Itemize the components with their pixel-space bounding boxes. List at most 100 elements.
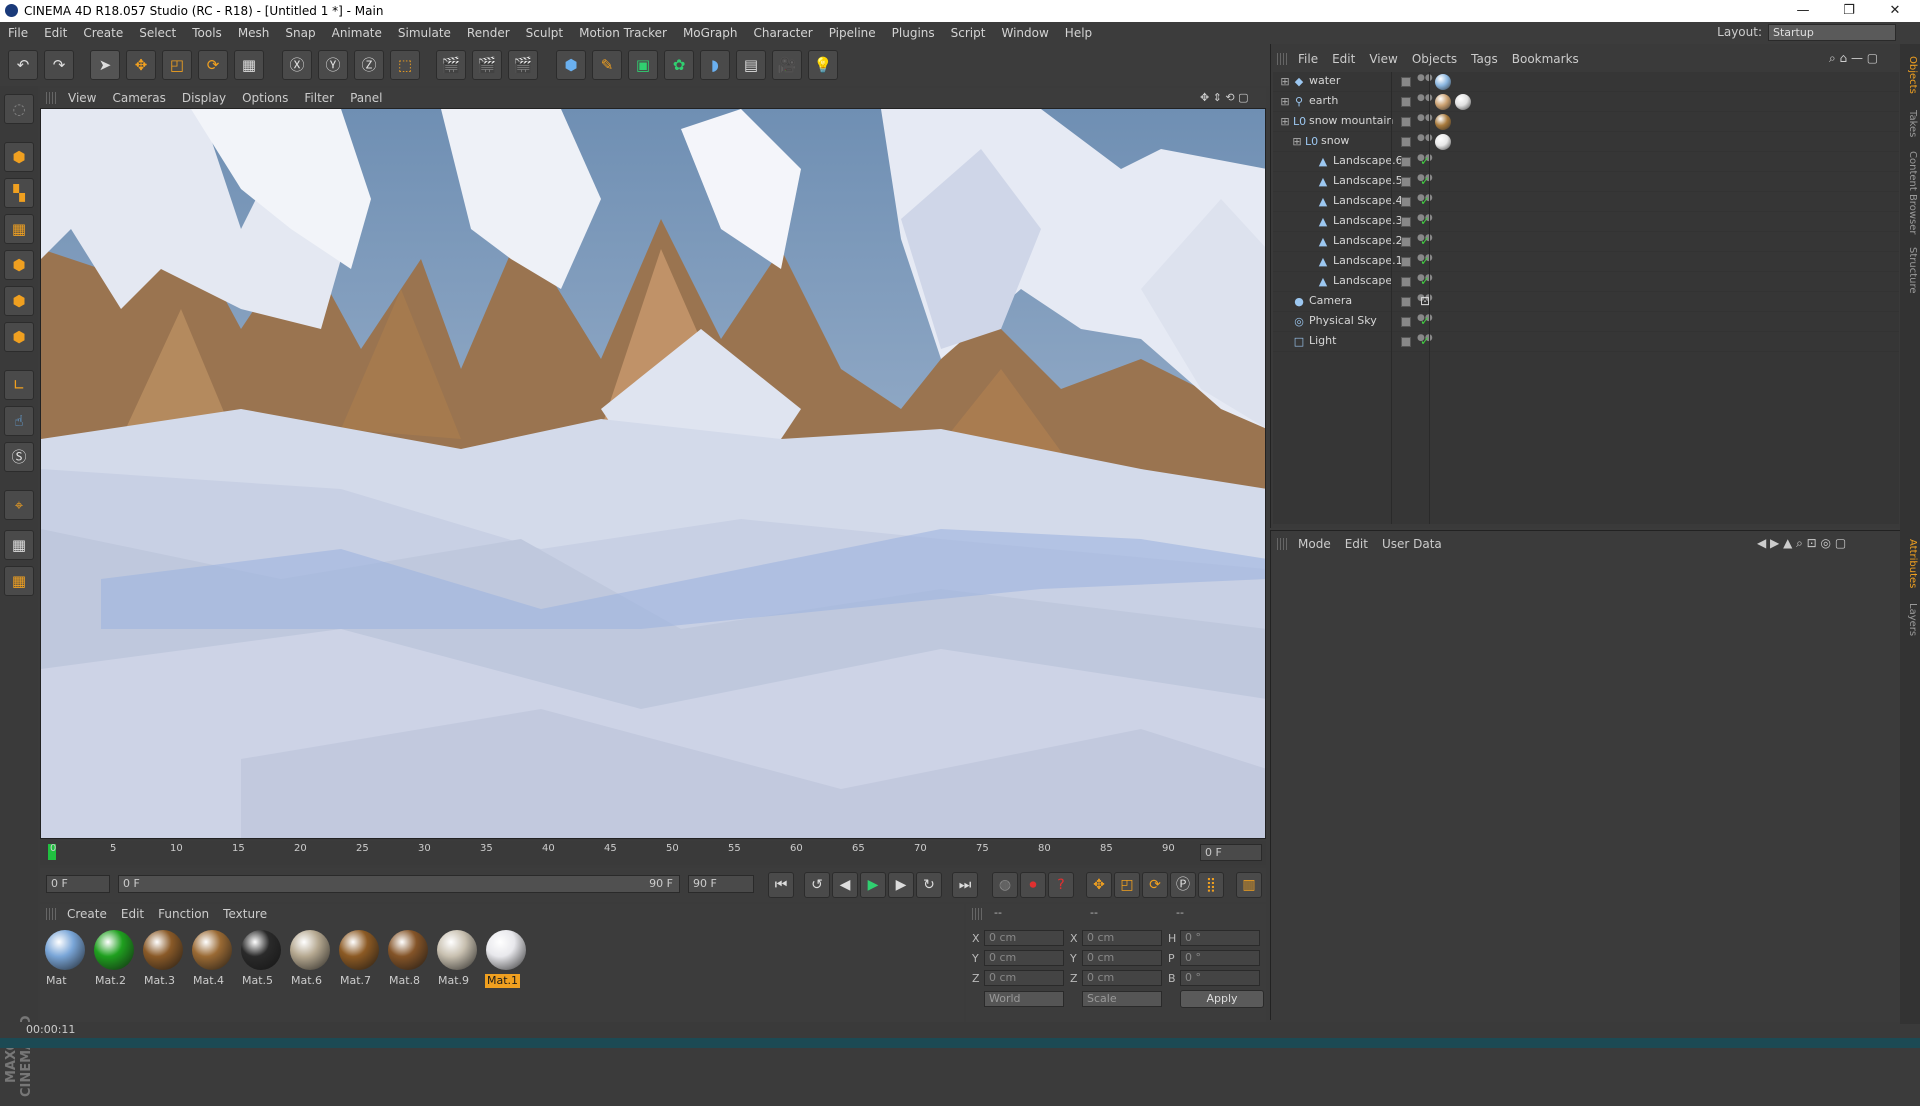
layer-color-icon[interactable] xyxy=(1401,77,1411,87)
objects-menu-objects[interactable]: Objects xyxy=(1405,52,1464,66)
light-icon[interactable]: 💡 xyxy=(808,50,838,80)
expand-toggle-icon[interactable]: ⊞ xyxy=(1291,136,1303,148)
object-row[interactable]: ⊞ L0 snow ●● xyxy=(1273,132,1899,152)
material-swatch[interactable]: Mat.1 xyxy=(483,928,529,988)
minimize-button[interactable]: — xyxy=(1780,0,1826,22)
visibility-dots-icon[interactable]: ●● xyxy=(1417,134,1433,149)
undo-icon[interactable]: ↶ xyxy=(8,50,38,80)
menu-render[interactable]: Render xyxy=(459,26,518,40)
previous-key-icon[interactable]: ↺ xyxy=(804,872,830,898)
previous-frame-icon[interactable]: ◀ xyxy=(832,872,858,898)
menu-character[interactable]: Character xyxy=(745,26,820,40)
menu-create[interactable]: Create xyxy=(75,26,131,40)
object-name[interactable]: earth xyxy=(1309,94,1338,107)
object-row[interactable]: ▲ Landscape ●● ✓ xyxy=(1273,272,1899,292)
apply-button[interactable]: Apply xyxy=(1180,990,1264,1008)
panel-grip-icon[interactable] xyxy=(46,92,56,104)
layer-color-icon[interactable] xyxy=(1401,277,1411,287)
layer-color-icon[interactable] xyxy=(1401,237,1411,247)
points-mode-icon[interactable]: ⬢ xyxy=(4,250,34,280)
make-editable-icon[interactable]: ◌ xyxy=(4,94,34,124)
object-name[interactable]: Landscape.5 xyxy=(1333,174,1403,187)
cloner-icon[interactable]: ✿ xyxy=(664,50,694,80)
tweak-mode-icon[interactable]: ☝ xyxy=(4,406,34,436)
camera-icon[interactable]: 🎥 xyxy=(772,50,802,80)
axis-mode-icon[interactable]: ∟ xyxy=(4,370,34,400)
size-y-field[interactable]: 0 cm xyxy=(1082,950,1162,966)
deformer-icon[interactable]: ◗ xyxy=(700,50,730,80)
material-menu-function[interactable]: Function xyxy=(151,907,216,921)
play-forward-icon[interactable]: ▶ xyxy=(860,872,886,898)
panel-grip-icon[interactable] xyxy=(46,908,56,920)
tab-layers[interactable]: Layers xyxy=(1902,600,1918,640)
cube-primitive-icon[interactable]: ⬢ xyxy=(556,50,586,80)
object-name[interactable]: Landscape.2 xyxy=(1333,234,1403,247)
pos-x-field[interactable]: 0 cm xyxy=(984,930,1064,946)
render-settings-icon[interactable]: 🎬 xyxy=(508,50,538,80)
viewport-navigation-icon[interactable]: ✥ ⇕ ⟲ ▢ xyxy=(1200,91,1249,104)
menu-script[interactable]: Script xyxy=(943,26,994,40)
size-mode-select[interactable]: Scale xyxy=(1082,991,1162,1007)
go-to-end-icon[interactable]: ⏭ xyxy=(952,872,978,898)
objects-menu-file[interactable]: File xyxy=(1291,52,1325,66)
expand-toggle-icon[interactable]: ⊞ xyxy=(1279,116,1291,128)
layer-color-icon[interactable] xyxy=(1401,217,1411,227)
texture-mode-icon[interactable]: ▚ xyxy=(4,178,34,208)
close-button[interactable]: ✕ xyxy=(1872,0,1918,22)
y-axis-lock-icon[interactable]: Ⓨ xyxy=(318,50,348,80)
material-swatch[interactable]: Mat.4 xyxy=(189,928,235,988)
object-row[interactable]: ◎ Physical Sky ●● ✓ xyxy=(1273,312,1899,332)
record-keys-disabled-icon[interactable]: ◍ xyxy=(992,872,1018,898)
menu-snap[interactable]: Snap xyxy=(277,26,323,40)
locked-workplane-icon[interactable]: ▦ xyxy=(4,530,34,560)
rot-h-field[interactable]: 0 ° xyxy=(1180,930,1260,946)
menu-mesh[interactable]: Mesh xyxy=(230,26,278,40)
rotate-tool-icon[interactable]: ⟳ xyxy=(198,50,228,80)
viewport-menu-view[interactable]: View xyxy=(60,91,104,105)
object-row[interactable]: ▲ Landscape.1 ●● ✓ xyxy=(1273,252,1899,272)
layer-color-icon[interactable] xyxy=(1401,137,1411,147)
attributes-menu-mode[interactable]: Mode xyxy=(1291,537,1338,551)
redo-icon[interactable]: ↷ xyxy=(44,50,74,80)
size-z-field[interactable]: 0 cm xyxy=(1082,970,1162,986)
coordinate-space-select[interactable]: World xyxy=(984,991,1064,1007)
layer-color-icon[interactable] xyxy=(1401,257,1411,267)
object-row[interactable]: ▲ Landscape.3 ●● ✓ xyxy=(1273,212,1899,232)
material-tag-icon[interactable] xyxy=(1435,134,1451,150)
object-row[interactable]: ⊞ ⚲ earth ●● xyxy=(1273,92,1899,112)
key-pla-icon[interactable]: ⣿ xyxy=(1198,872,1224,898)
edges-mode-icon[interactable]: ⬢ xyxy=(4,286,34,316)
key-parameter-icon[interactable]: Ⓟ xyxy=(1170,872,1196,898)
object-row[interactable]: ▲ Landscape.6 ●● ✓ xyxy=(1273,152,1899,172)
menu-sculpt[interactable]: Sculpt xyxy=(518,26,571,40)
object-name[interactable]: Light xyxy=(1309,334,1336,347)
object-name[interactable]: Landscape.6 xyxy=(1333,154,1403,167)
material-menu-texture[interactable]: Texture xyxy=(216,907,274,921)
visibility-dots-icon[interactable]: ●● xyxy=(1417,94,1433,109)
rot-p-field[interactable]: 0 ° xyxy=(1180,950,1260,966)
material-swatch[interactable]: Mat.6 xyxy=(287,928,333,988)
tab-objects[interactable]: Objects xyxy=(1902,50,1918,100)
object-name[interactable]: Physical Sky xyxy=(1309,314,1377,327)
model-mode-icon[interactable]: ⬢ xyxy=(4,142,34,172)
polygons-mode-icon[interactable]: ⬢ xyxy=(4,322,34,352)
material-swatch[interactable]: Mat.8 xyxy=(385,928,431,988)
material-tag-icon[interactable] xyxy=(1455,94,1471,110)
tab-takes[interactable]: Takes xyxy=(1902,104,1918,144)
viewport-menu-display[interactable]: Display xyxy=(174,91,234,105)
material-swatch[interactable]: Mat.7 xyxy=(336,928,382,988)
size-x-field[interactable]: 0 cm xyxy=(1082,930,1162,946)
menu-file[interactable]: File xyxy=(0,26,36,40)
viewport-menu-cameras[interactable]: Cameras xyxy=(104,91,173,105)
object-row[interactable]: ⊞ ◆ water ●● xyxy=(1273,72,1899,92)
layer-color-icon[interactable] xyxy=(1401,297,1411,307)
viewport-menu-panel[interactable]: Panel xyxy=(342,91,390,105)
enable-snap-icon[interactable]: ⌖ xyxy=(4,490,34,520)
viewport-menu-options[interactable]: Options xyxy=(234,91,296,105)
attributes-menu-edit[interactable]: Edit xyxy=(1338,537,1375,551)
layout-select[interactable]: Startup xyxy=(1768,24,1896,41)
material-menu-edit[interactable]: Edit xyxy=(114,907,151,921)
material-swatch[interactable]: Mat.2 xyxy=(91,928,137,988)
record-active-objects-icon[interactable]: ⏺ xyxy=(1020,872,1046,898)
menu-plugins[interactable]: Plugins xyxy=(884,26,943,40)
